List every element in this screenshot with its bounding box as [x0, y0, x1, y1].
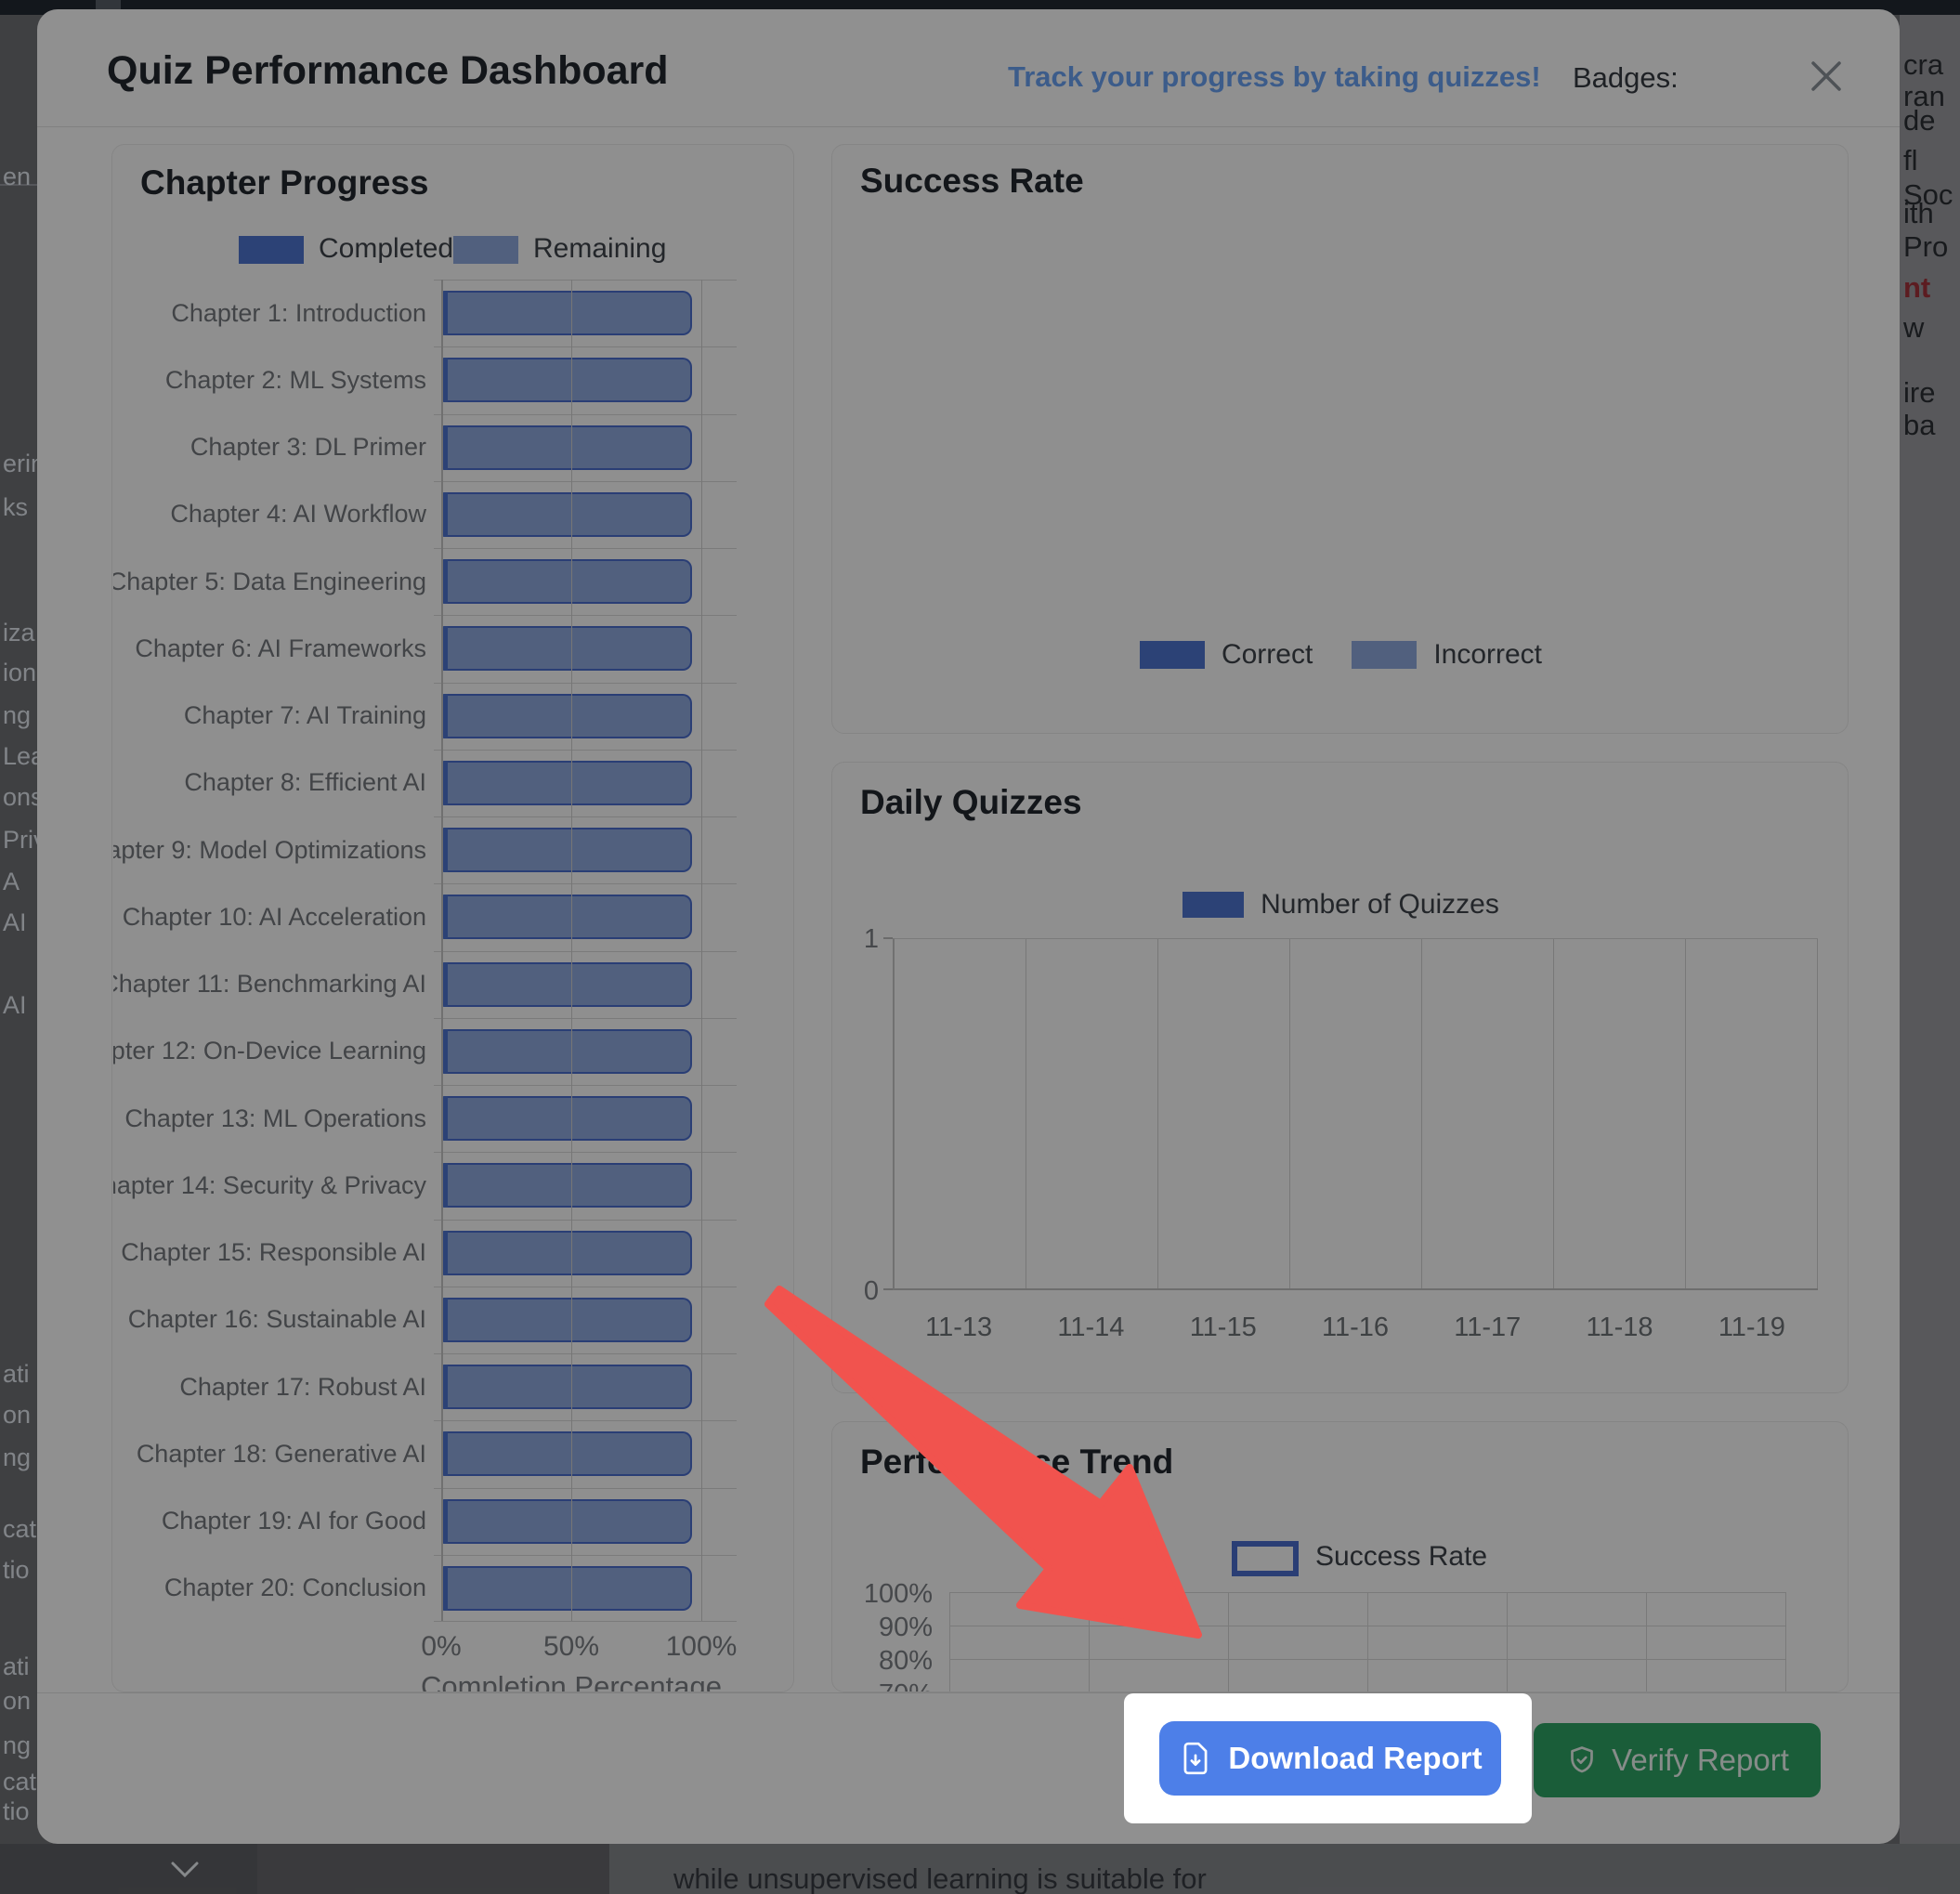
dim-overlay	[0, 0, 1960, 1894]
download-report-label: Download Report	[1228, 1741, 1482, 1776]
download-report-button[interactable]: Download Report	[1159, 1721, 1501, 1796]
file-download-icon	[1178, 1741, 1213, 1776]
screenshot-root: enerinksizaionngLeaonsPrivAAIAIationngca…	[0, 0, 1960, 1894]
tutorial-spotlight: Download Report	[1124, 1693, 1532, 1823]
